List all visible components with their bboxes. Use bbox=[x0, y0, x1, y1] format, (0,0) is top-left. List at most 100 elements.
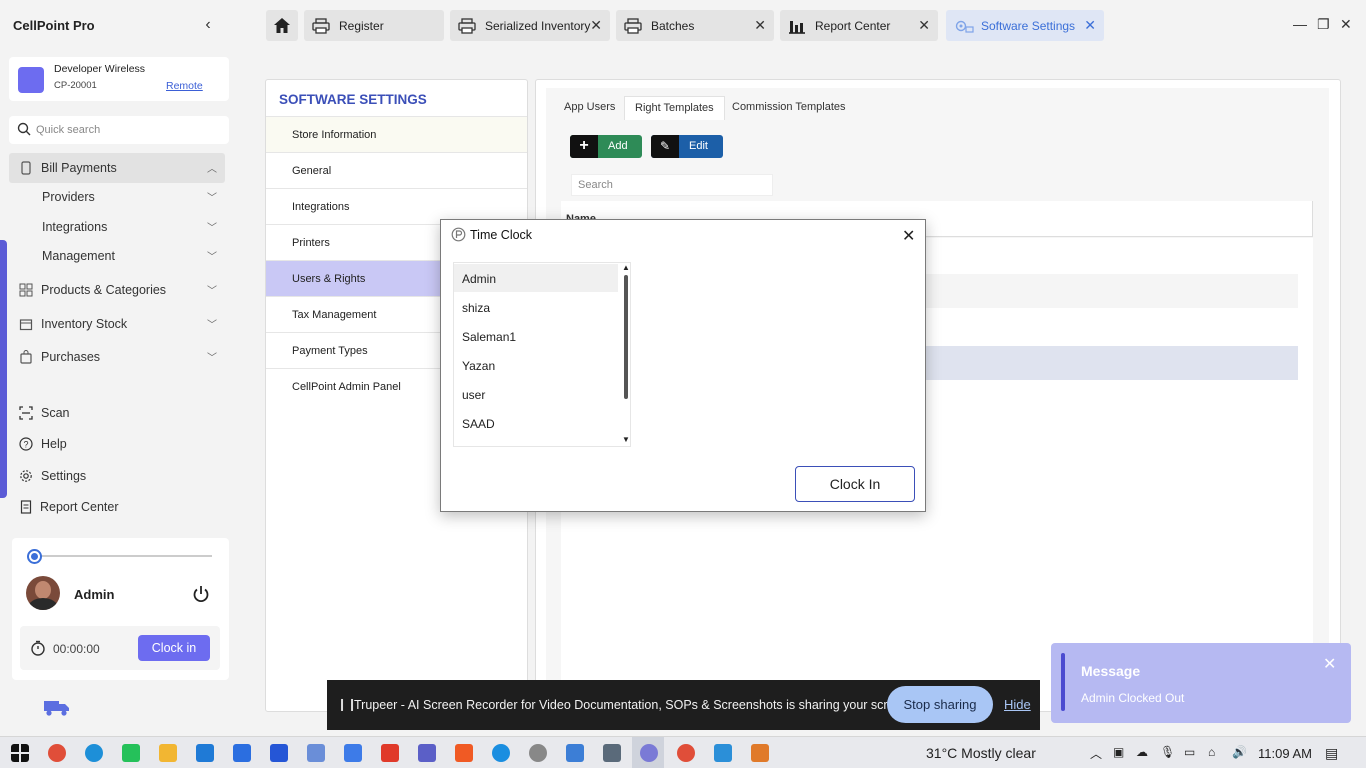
chrome-icon[interactable] bbox=[677, 744, 695, 762]
grid-search[interactable] bbox=[571, 174, 773, 196]
close-icon[interactable]: ✕ bbox=[918, 17, 930, 34]
sidebar-item-integrations[interactable]: Integrations ﹀ bbox=[9, 212, 225, 242]
volume-icon[interactable]: 🔊 bbox=[1232, 745, 1247, 759]
close-icon[interactable]: ✕ bbox=[1084, 17, 1096, 34]
hide-link[interactable]: Hide bbox=[1004, 697, 1031, 712]
list-item-label: user bbox=[462, 388, 486, 402]
clock-in-dialog-button[interactable]: Clock In bbox=[795, 466, 915, 502]
list-item[interactable]: Admin bbox=[454, 264, 618, 292]
cellpoint-app-icon[interactable] bbox=[640, 744, 658, 762]
weather-widget[interactable]: 31°C Mostly clear bbox=[926, 745, 1036, 761]
microphone-icon[interactable]: 🎙 bbox=[1160, 745, 1175, 759]
sidebar-item-scan[interactable]: Scan bbox=[9, 398, 225, 428]
remote-link[interactable]: Remote bbox=[166, 80, 203, 92]
tab-right-templates[interactable]: Right Templates bbox=[624, 96, 725, 120]
scroll-up-icon[interactable]: ▲ bbox=[621, 263, 631, 272]
sidebar-item-settings[interactable]: Settings bbox=[9, 461, 225, 491]
sidebar-accent bbox=[0, 240, 7, 498]
store-card[interactable]: Developer Wireless CP-20001 Remote bbox=[9, 57, 229, 101]
grid-search-input[interactable] bbox=[572, 175, 762, 195]
list-item[interactable]: Saleman1 bbox=[454, 322, 618, 350]
sidebar-item-help[interactable]: ? Help bbox=[9, 429, 225, 459]
network-app-icon[interactable] bbox=[307, 744, 325, 762]
restore-icon[interactable]: ❐ bbox=[1317, 16, 1330, 33]
close-icon[interactable]: ✕ bbox=[754, 17, 766, 34]
notifications-icon[interactable]: ▤ bbox=[1325, 745, 1338, 762]
slider-track[interactable] bbox=[32, 555, 212, 557]
chevron-left-icon[interactable]: ‹ bbox=[200, 16, 216, 36]
notes-app-icon[interactable] bbox=[344, 744, 362, 762]
tab-report-center[interactable]: Report Center ✕ bbox=[780, 10, 938, 41]
close-icon[interactable]: ✕ bbox=[902, 226, 915, 246]
slider-knob[interactable] bbox=[27, 549, 42, 564]
anydesk-icon[interactable] bbox=[381, 744, 399, 762]
sidebar-item-inventory[interactable]: Inventory Stock ﹀ bbox=[9, 309, 225, 339]
java-icon[interactable] bbox=[751, 744, 769, 762]
file-explorer-icon[interactable] bbox=[159, 744, 177, 762]
avatar[interactable] bbox=[26, 576, 60, 610]
tab-label: Register bbox=[339, 19, 384, 33]
chrome-icon[interactable] bbox=[48, 744, 66, 762]
photos-icon[interactable] bbox=[714, 744, 732, 762]
settings-item-store-information[interactable]: Store Information bbox=[266, 116, 527, 152]
sidebar-item-products[interactable]: Products & Categories ﹀ bbox=[9, 275, 225, 305]
windows-start-icon[interactable] bbox=[11, 744, 29, 762]
tab-serialized-inventory[interactable]: Serialized Inventory ✕ bbox=[450, 10, 610, 41]
add-button[interactable]: + Add bbox=[570, 135, 642, 158]
tab-register[interactable]: Register bbox=[304, 10, 444, 41]
notepad-icon[interactable] bbox=[566, 744, 584, 762]
home-tab[interactable] bbox=[266, 10, 298, 41]
settings-item-general[interactable]: General bbox=[266, 152, 527, 188]
store-icon[interactable] bbox=[196, 744, 214, 762]
list-item[interactable]: Yazan bbox=[454, 351, 618, 379]
laptop-icon[interactable]: ▭ bbox=[1184, 745, 1195, 759]
scrollbar[interactable]: ▲ ▼ bbox=[621, 263, 631, 446]
network-icon[interactable]: ⌂ bbox=[1208, 745, 1215, 759]
close-icon[interactable]: ✕ bbox=[590, 17, 602, 34]
app-icon[interactable] bbox=[233, 744, 251, 762]
brave-icon[interactable] bbox=[455, 744, 473, 762]
browser-icon[interactable] bbox=[492, 744, 510, 762]
settings-item-label: Users & Rights bbox=[292, 273, 366, 285]
sidebar-item-bill-payments[interactable]: Bill Payments ︿ bbox=[9, 153, 225, 183]
truck-icon[interactable] bbox=[42, 698, 72, 718]
loading-app-icon[interactable] bbox=[529, 744, 547, 762]
sidebar-item-report-center[interactable]: Report Center bbox=[9, 492, 225, 522]
power-icon[interactable] bbox=[190, 583, 212, 605]
tab-batches[interactable]: Batches ✕ bbox=[616, 10, 774, 41]
close-icon[interactable]: ✕ bbox=[1323, 654, 1336, 674]
tab-software-settings[interactable]: Software Settings ✕ bbox=[946, 10, 1104, 41]
sidebar: CellPoint Pro ‹ Developer Wireless CP-20… bbox=[0, 0, 238, 736]
minimize-icon[interactable]: — bbox=[1293, 16, 1307, 32]
user-panel: Admin 00:00:00 Clock in bbox=[12, 538, 229, 680]
chevron-up-icon[interactable]: ︿ bbox=[1090, 745, 1102, 762]
sidebar-item-management[interactable]: Management ﹀ bbox=[9, 241, 225, 271]
sidebar-item-providers[interactable]: Providers ﹀ bbox=[9, 182, 225, 212]
sidebar-item-label: Report Center bbox=[40, 500, 119, 514]
scrollbar-thumb[interactable] bbox=[624, 275, 628, 399]
stop-sharing-button[interactable]: Stop sharing bbox=[887, 686, 993, 723]
chevron-down-icon: ﹀ bbox=[207, 320, 217, 331]
close-window-icon[interactable]: ✕ bbox=[1340, 16, 1352, 33]
quick-search[interactable] bbox=[9, 116, 229, 144]
meet-now-icon[interactable]: ▣ bbox=[1113, 745, 1124, 759]
list-item[interactable]: user bbox=[454, 380, 618, 408]
whatsapp-icon[interactable] bbox=[122, 744, 140, 762]
sidebar-item-purchases[interactable]: Purchases ﹀ bbox=[9, 342, 225, 372]
remote-app-icon[interactable] bbox=[270, 744, 288, 762]
list-item[interactable]: shiza bbox=[454, 293, 618, 321]
quick-search-input[interactable] bbox=[36, 121, 221, 139]
cloud-icon[interactable]: ☁ bbox=[1136, 745, 1148, 759]
scroll-down-icon[interactable]: ▼ bbox=[621, 435, 631, 444]
edit-button[interactable]: ✎ Edit bbox=[651, 135, 723, 158]
plus-icon: + bbox=[570, 135, 598, 158]
tab-commission-templates[interactable]: Commission Templates bbox=[722, 96, 856, 120]
teams-icon[interactable] bbox=[418, 744, 436, 762]
list-item[interactable]: SAAD bbox=[454, 409, 618, 437]
chevron-up-icon: ︿ bbox=[207, 164, 217, 175]
tab-app-users[interactable]: App Users bbox=[554, 96, 625, 120]
calculator-icon[interactable] bbox=[603, 744, 621, 762]
system-clock[interactable]: 11:09 AM bbox=[1258, 746, 1312, 761]
edge-icon[interactable] bbox=[85, 744, 103, 762]
clock-in-button[interactable]: Clock in bbox=[138, 635, 210, 661]
